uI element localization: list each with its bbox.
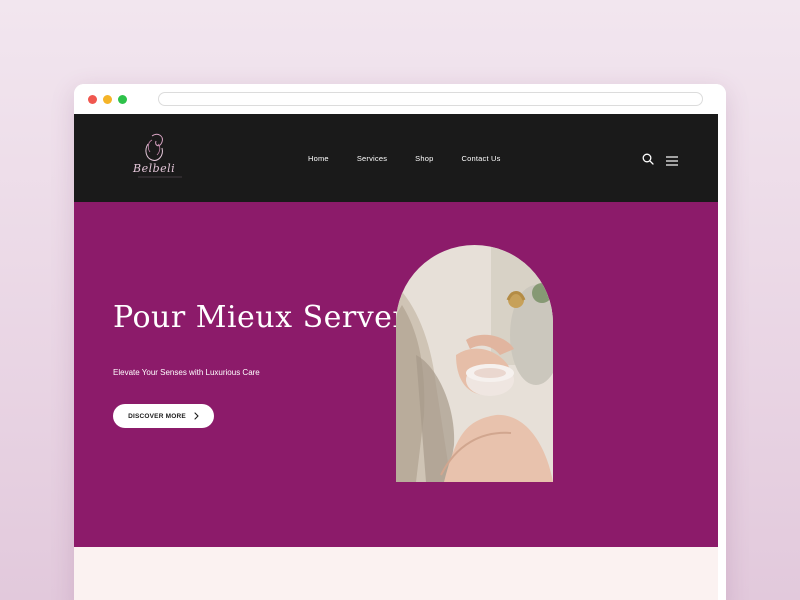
hero-section: Pour Mieux Server Elevate Your Senses wi…	[74, 202, 718, 547]
hero-subtitle: Elevate Your Senses with Luxurious Care	[113, 368, 260, 377]
site-header: Belbeli Home Services Shop Contact Us	[74, 114, 718, 202]
browser-window: Belbeli Home Services Shop Contact Us Po…	[74, 84, 726, 600]
main-nav: Home Services Shop Contact Us	[308, 154, 501, 163]
close-window-button[interactable]	[88, 95, 97, 104]
maximize-window-button[interactable]	[118, 95, 127, 104]
nav-link-contact-us[interactable]: Contact Us	[462, 154, 501, 163]
hero-image	[396, 245, 553, 482]
search-icon[interactable]	[642, 152, 654, 170]
nav-link-shop[interactable]: Shop	[415, 154, 433, 163]
next-section	[74, 547, 718, 600]
hamburger-menu-icon[interactable]	[666, 153, 678, 171]
nav-link-home[interactable]: Home	[308, 154, 329, 163]
nav-link-services[interactable]: Services	[357, 154, 387, 163]
hero-title: Pour Mieux Server	[113, 300, 408, 335]
logo-wordmark: Belbeli	[133, 162, 176, 175]
browser-toolbar	[74, 84, 726, 114]
website: Belbeli Home Services Shop Contact Us Po…	[74, 114, 718, 600]
site-logo[interactable]: Belbeli	[130, 132, 186, 184]
address-bar[interactable]	[158, 92, 703, 106]
discover-more-label: DISCOVER MORE	[128, 412, 186, 420]
minimize-window-button[interactable]	[103, 95, 112, 104]
discover-more-button[interactable]: DISCOVER MORE	[113, 404, 214, 428]
logo-mark-icon	[138, 133, 182, 178]
woman-applying-cream-image	[396, 245, 553, 482]
chevron-right-icon	[194, 412, 199, 420]
